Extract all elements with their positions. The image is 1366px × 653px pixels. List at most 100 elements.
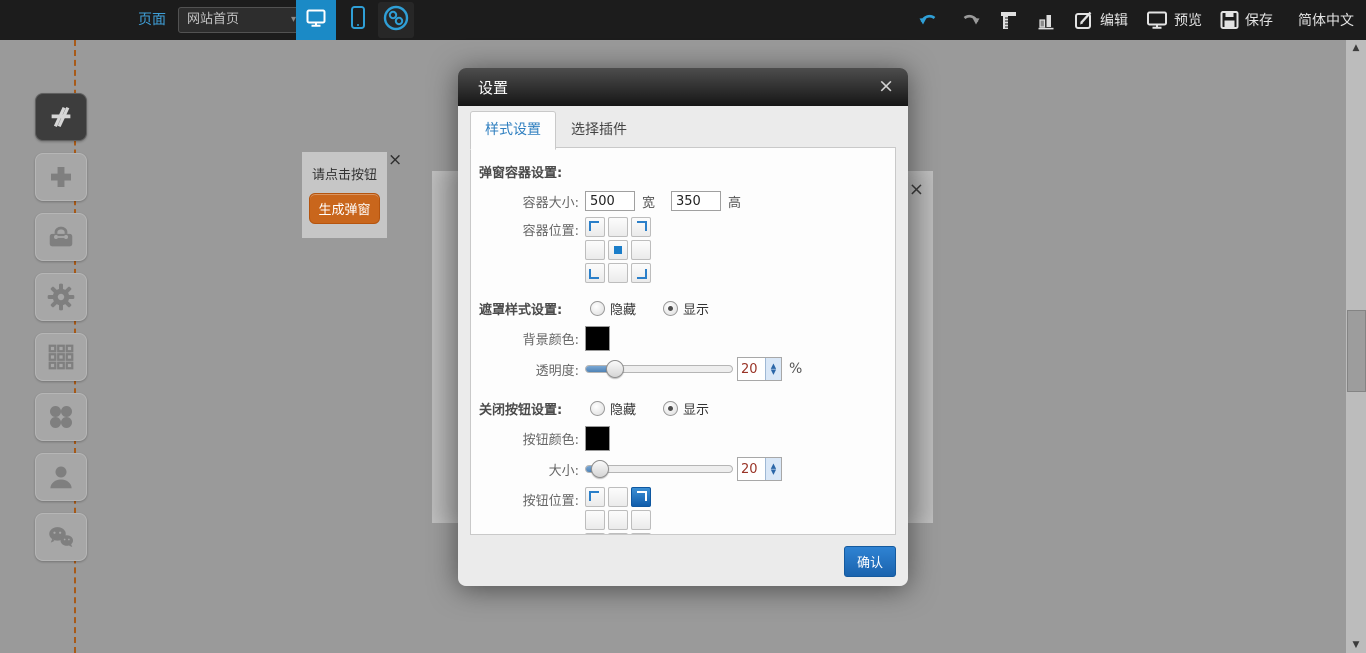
close-pos-bottom-left[interactable] <box>585 533 605 535</box>
confirm-button[interactable]: 确认 <box>844 546 896 577</box>
phone-icon <box>347 5 369 35</box>
close-size-slider-handle[interactable] <box>591 460 609 478</box>
language-switch[interactable]: 简体中文 <box>1298 10 1354 30</box>
tip-close-icon[interactable]: × <box>388 150 402 170</box>
opacity-slider-handle[interactable] <box>606 360 624 378</box>
scrollbar-thumb[interactable] <box>1347 310 1366 392</box>
gear-icon <box>45 281 77 313</box>
close-pos-middle-right[interactable] <box>631 510 651 530</box>
mobile-view-button[interactable] <box>342 0 374 40</box>
close-position-grid <box>585 487 651 535</box>
sidebar-item-modules[interactable] <box>35 333 87 381</box>
ruler-icon <box>999 9 1019 31</box>
corner-top-right-icon <box>637 491 647 501</box>
close-pos-center[interactable] <box>608 510 628 530</box>
page-dropdown[interactable]: 网站首页 ▾ <box>178 7 304 33</box>
opacity-spinner[interactable]: 20 ▲▼ <box>737 357 782 381</box>
sidebar-item-widgets[interactable] <box>35 393 87 441</box>
container-pos-top-center[interactable] <box>608 217 628 237</box>
container-size-label: 容器大小: <box>479 192 579 211</box>
mask-show-radio[interactable]: 显示 <box>663 299 709 318</box>
mask-hide-radio[interactable]: 隐藏 <box>590 299 636 318</box>
undo-button[interactable] <box>917 9 941 31</box>
opacity-slider[interactable] <box>585 365 733 373</box>
opacity-unit-label: % <box>789 361 802 377</box>
appstore-icon <box>44 102 78 132</box>
container-pos-middle-left[interactable] <box>585 240 605 260</box>
container-pos-middle-right[interactable] <box>631 240 651 260</box>
top-toolbar: 页面 网站首页 ▾ <box>0 0 1366 40</box>
container-width-input[interactable] <box>585 191 635 211</box>
page-scrollbar[interactable]: ▲ ▼ <box>1346 40 1366 653</box>
container-position-label: 容器位置: <box>479 220 579 239</box>
popup-trigger-card: 请点击按钮 生成弹窗 <box>302 152 387 238</box>
close-size-spinner[interactable]: 20 ▲▼ <box>737 457 782 481</box>
scroll-down-arrow-icon[interactable]: ▼ <box>1346 637 1366 653</box>
dialog-tabs: 样式设置 选择插件 <box>470 111 642 148</box>
link-mode-button[interactable] <box>378 2 414 38</box>
container-pos-bottom-left[interactable] <box>585 263 605 283</box>
close-pos-bottom-center[interactable] <box>608 533 628 535</box>
close-pos-middle-left[interactable] <box>585 510 605 530</box>
dialog-close-icon[interactable]: × <box>878 76 894 96</box>
monitor-icon <box>304 6 328 34</box>
preview-close-icon[interactable]: × <box>909 179 924 200</box>
scroll-up-arrow-icon[interactable]: ▲ <box>1346 40 1366 56</box>
redo-button[interactable] <box>958 9 982 31</box>
sidebar-item-user[interactable] <box>35 453 87 501</box>
spinner-arrows-icon[interactable]: ▲▼ <box>765 458 781 480</box>
save-floppy-icon <box>1219 9 1240 31</box>
save-button[interactable]: 保存 <box>1219 9 1273 31</box>
container-pos-center-selected[interactable] <box>608 240 628 260</box>
width-unit-label: 宽 <box>642 192 655 211</box>
close-color-swatch[interactable] <box>585 426 610 451</box>
container-height-input[interactable] <box>671 191 721 211</box>
tip-text: 请点击按钮 <box>312 164 377 183</box>
statistics-button[interactable] <box>1036 9 1056 31</box>
tab-style-settings[interactable]: 样式设置 <box>470 111 556 150</box>
chain-link-icon <box>382 4 410 36</box>
style-settings-panel: 弹窗容器设置: 容器大小: 宽 高 容器位置: <box>470 147 896 535</box>
sidebar-item-settings[interactable] <box>35 273 87 321</box>
dialog-header: 设置 × <box>458 68 908 106</box>
close-pos-top-right-selected[interactable] <box>631 487 651 507</box>
close-pos-bottom-right[interactable] <box>631 533 651 535</box>
desktop-view-button[interactable] <box>296 0 336 40</box>
save-label: 保存 <box>1245 10 1273 30</box>
close-pos-top-left[interactable] <box>585 487 605 507</box>
container-pos-bottom-center[interactable] <box>608 263 628 283</box>
edit-button[interactable]: 编辑 <box>1073 9 1128 31</box>
wechat-icon <box>45 522 77 552</box>
toolbox-icon <box>45 222 77 252</box>
close-pos-top-center[interactable] <box>608 487 628 507</box>
preview-monitor-icon <box>1145 9 1169 31</box>
close-size-slider[interactable] <box>585 465 733 473</box>
mask-hide-label: 隐藏 <box>610 299 636 318</box>
mask-show-label: 显示 <box>683 299 709 318</box>
close-button-section-label: 关闭按钮设置: <box>479 399 579 418</box>
close-size-label: 大小: <box>479 460 579 479</box>
mask-color-swatch[interactable] <box>585 326 610 351</box>
edit-label: 编辑 <box>1100 10 1128 30</box>
app-window: 页面 网站首页 ▾ <box>0 0 1366 653</box>
sidebar-item-toolbox[interactable] <box>35 213 87 261</box>
corner-bottom-left-icon <box>589 269 599 279</box>
tab-choose-plugin[interactable]: 选择插件 <box>556 111 642 149</box>
container-pos-bottom-right[interactable] <box>631 263 651 283</box>
container-pos-top-right[interactable] <box>631 217 651 237</box>
container-pos-top-left[interactable] <box>585 217 605 237</box>
preview-label: 预览 <box>1174 10 1202 30</box>
spinner-arrows-icon[interactable]: ▲▼ <box>765 358 781 380</box>
mask-section-label: 遮罩样式设置: <box>479 299 579 318</box>
sidebar-item-design-apps[interactable] <box>35 93 87 141</box>
radio-selected-icon <box>663 301 678 316</box>
close-show-radio[interactable]: 显示 <box>663 399 709 418</box>
sidebar-item-wechat[interactable] <box>35 513 87 561</box>
close-hide-radio[interactable]: 隐藏 <box>590 399 636 418</box>
corner-top-left-icon <box>589 491 599 501</box>
ruler-button[interactable] <box>999 9 1019 31</box>
dialog-title: 设置 <box>478 77 508 98</box>
sidebar-item-add[interactable] <box>35 153 87 201</box>
preview-button[interactable]: 预览 <box>1145 9 1202 31</box>
generate-popup-button[interactable]: 生成弹窗 <box>309 193 379 224</box>
